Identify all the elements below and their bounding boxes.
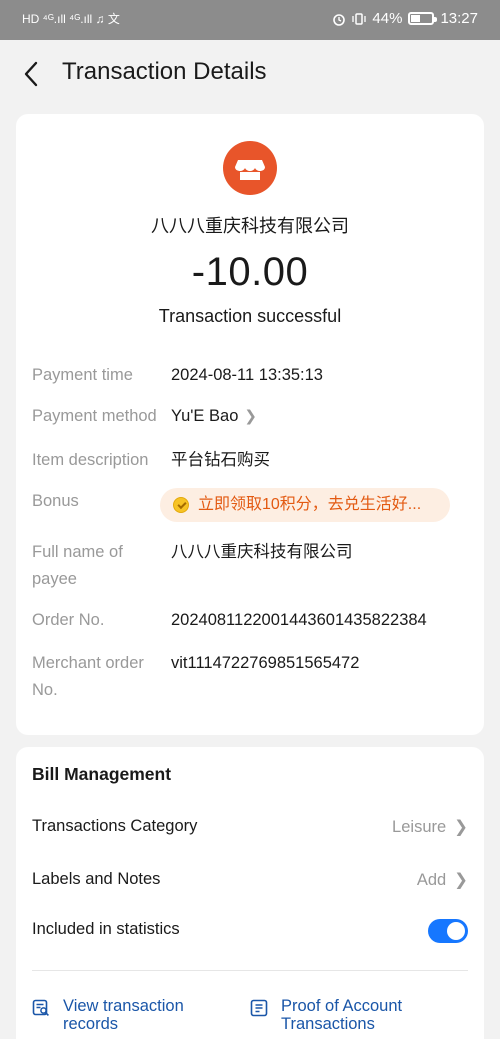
chevron-right-icon: ❯ (454, 871, 468, 889)
chevron-right-icon: ❯ (244, 408, 257, 425)
status-icons-right: 44% 13:27 (332, 10, 478, 27)
storefront-icon (223, 141, 277, 195)
statistics-toggle[interactable] (428, 919, 468, 943)
back-button[interactable] (18, 58, 46, 90)
payment-method-link[interactable]: Yu'E Bao ❯ (171, 403, 257, 430)
item-description-label: Item description (32, 451, 149, 469)
network-signal-icons: HD ⁴ᴳ.ıll ⁴ᴳ.ıll ♫ 文 (22, 12, 120, 26)
proof-of-transactions-label: Proof of Account Transactions (281, 997, 403, 1033)
chevron-right-icon: ❯ (454, 818, 468, 836)
bill-management-card: Bill Management Transactions Category Le… (16, 747, 484, 1039)
toggle-knob (447, 922, 465, 940)
transaction-card: 八八八重庆科技有限公司 -10.00 Transaction successfu… (16, 114, 484, 735)
payment-time-value: 2024-08-11 13:35:13 (171, 366, 323, 384)
transaction-category-row[interactable]: Transactions Category Leisure ❯ (32, 813, 468, 843)
page-title: Transaction Details (62, 58, 267, 85)
transaction-status: Transaction successful (158, 306, 342, 326)
merchant-name: 八八八重庆科技有限公司 (151, 216, 349, 236)
payee-name-label: Full name of payee (32, 543, 123, 588)
statistics-label: Included in statistics (32, 920, 180, 938)
vibrate-icon (352, 12, 367, 25)
status-icons-left: HD ⁴ᴳ.ıll ⁴ᴳ.ıll ♫ 文 (22, 10, 120, 28)
coin-icon (173, 497, 189, 513)
order-no-label: Order No. (32, 611, 105, 629)
transaction-amount: -10.00 (191, 250, 309, 294)
payment-method-value: Yu'E Bao (171, 407, 239, 425)
battery-percent: 44% (372, 10, 403, 27)
alarm-icon (333, 13, 346, 26)
bonus-text: 立即领取10积分，去兑生活好... (198, 496, 422, 513)
category-value-wrap: Leisure ❯ (392, 817, 468, 837)
view-records-label: View transaction records (63, 997, 184, 1033)
app-header: Transaction Details (0, 40, 500, 108)
battery-icon (408, 12, 438, 25)
divider (32, 970, 468, 971)
labels-notes-label: Labels and Notes (32, 870, 161, 888)
payee-name-value: 八八八重庆科技有限公司 (171, 543, 353, 561)
order-no-value: 2024081122001443601435822384 (171, 611, 427, 629)
clock: 13:27 (440, 10, 478, 27)
bonus-claim-button[interactable]: 立即领取10积分，去兑生活好... (160, 488, 450, 522)
labels-notes-row[interactable]: Labels and Notes Add ❯ (32, 866, 468, 896)
labels-notes-value: Add (416, 871, 447, 889)
category-value: Leisure (392, 818, 447, 836)
receipt-icon (250, 999, 268, 1017)
bonus-label: Bonus (32, 492, 79, 510)
section-title: Bill Management (32, 764, 172, 784)
payment-time-label: Payment time (32, 366, 133, 384)
chevron-left-icon (24, 61, 38, 87)
labels-notes-value-wrap: Add ❯ (417, 870, 468, 890)
merchant-order-value: vit1114722769851565472 (171, 654, 360, 672)
payment-method-label: Payment method (32, 407, 157, 425)
statistics-row: Included in statistics (32, 918, 468, 948)
category-label: Transactions Category (32, 817, 198, 835)
item-description-value: 平台钻石购买 (171, 451, 270, 469)
merchant-order-label: Merchant order No. (32, 654, 144, 699)
status-bar: HD ⁴ᴳ.ıll ⁴ᴳ.ıll ♫ 文 44% 13:27 (0, 0, 500, 40)
document-search-icon (32, 999, 49, 1016)
